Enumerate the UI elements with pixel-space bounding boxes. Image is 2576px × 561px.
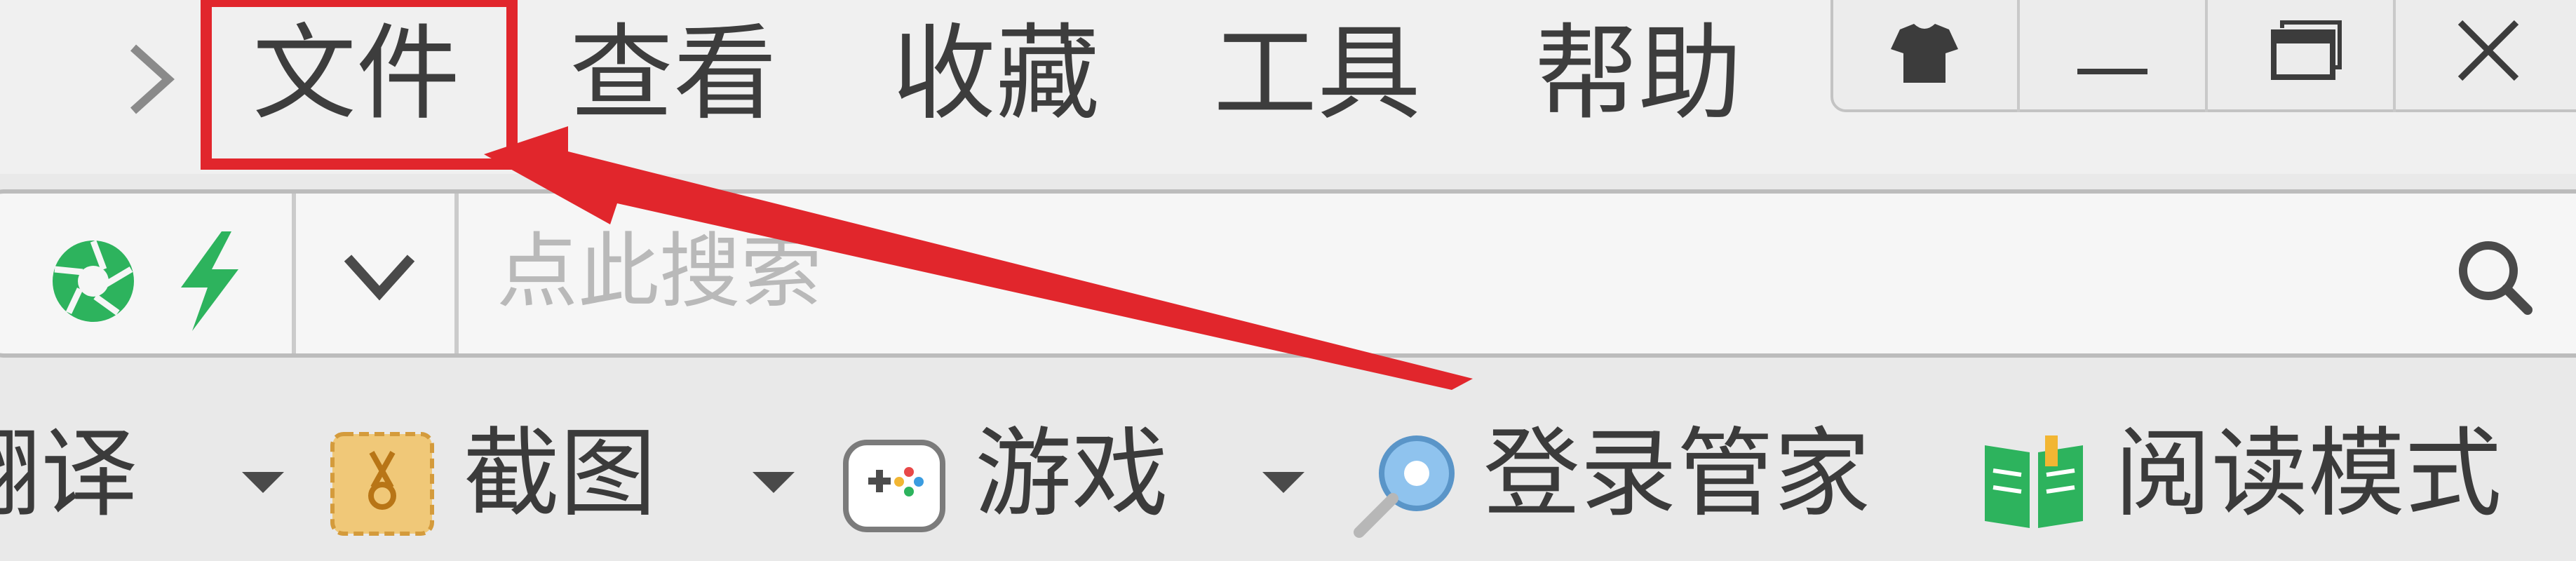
search-input[interactable] (495, 208, 2251, 335)
search-icon[interactable] (2452, 234, 2536, 318)
caret-down-icon[interactable] (753, 472, 795, 493)
close-icon (2457, 20, 2519, 81)
minimize-icon (2077, 69, 2147, 74)
maximize-icon (2271, 20, 2342, 80)
highlight-box (201, 0, 518, 170)
minimize-button[interactable] (2021, 0, 2204, 112)
bookmark-toolbar: 翻译 截图 游戏 登录管家 阅读模式 (0, 389, 2576, 561)
close-button[interactable] (2397, 0, 2576, 112)
gamepad-icon[interactable] (842, 431, 947, 536)
window-controls (1830, 0, 2576, 112)
translate-button[interactable]: 翻译 (0, 416, 137, 532)
chevron-right-icon[interactable] (119, 41, 182, 118)
menu-bar: 文件 查看 收藏 工具 帮助 (0, 0, 2576, 174)
screenshot-icon[interactable] (330, 431, 435, 536)
menu-help[interactable]: 帮助 (1535, 14, 1742, 133)
game-button[interactable]: 游戏 (975, 416, 1168, 532)
screenshot-button[interactable]: 截图 (463, 416, 656, 532)
address-search-bar (0, 189, 2576, 358)
chevron-down-icon[interactable] (320, 236, 439, 320)
key-icon[interactable] (1347, 431, 1459, 543)
maximize-button[interactable] (2209, 0, 2392, 112)
book-icon[interactable] (1978, 431, 2090, 536)
reading-mode-button[interactable]: 阅读模式 (2115, 416, 2502, 532)
menu-view[interactable]: 查看 (569, 14, 777, 133)
tshirt-icon (1891, 24, 1958, 83)
menu-tools[interactable]: 工具 (1213, 14, 1421, 133)
lightning-icon[interactable] (167, 229, 251, 334)
menu-favorites[interactable]: 收藏 (892, 14, 1100, 133)
skin-button[interactable] (1833, 0, 2016, 112)
caret-down-icon[interactable] (242, 472, 284, 493)
login-manager-button[interactable]: 登录管家 (1483, 416, 1870, 532)
caret-down-icon[interactable] (1262, 472, 1304, 493)
shutter-icon[interactable] (48, 236, 139, 327)
